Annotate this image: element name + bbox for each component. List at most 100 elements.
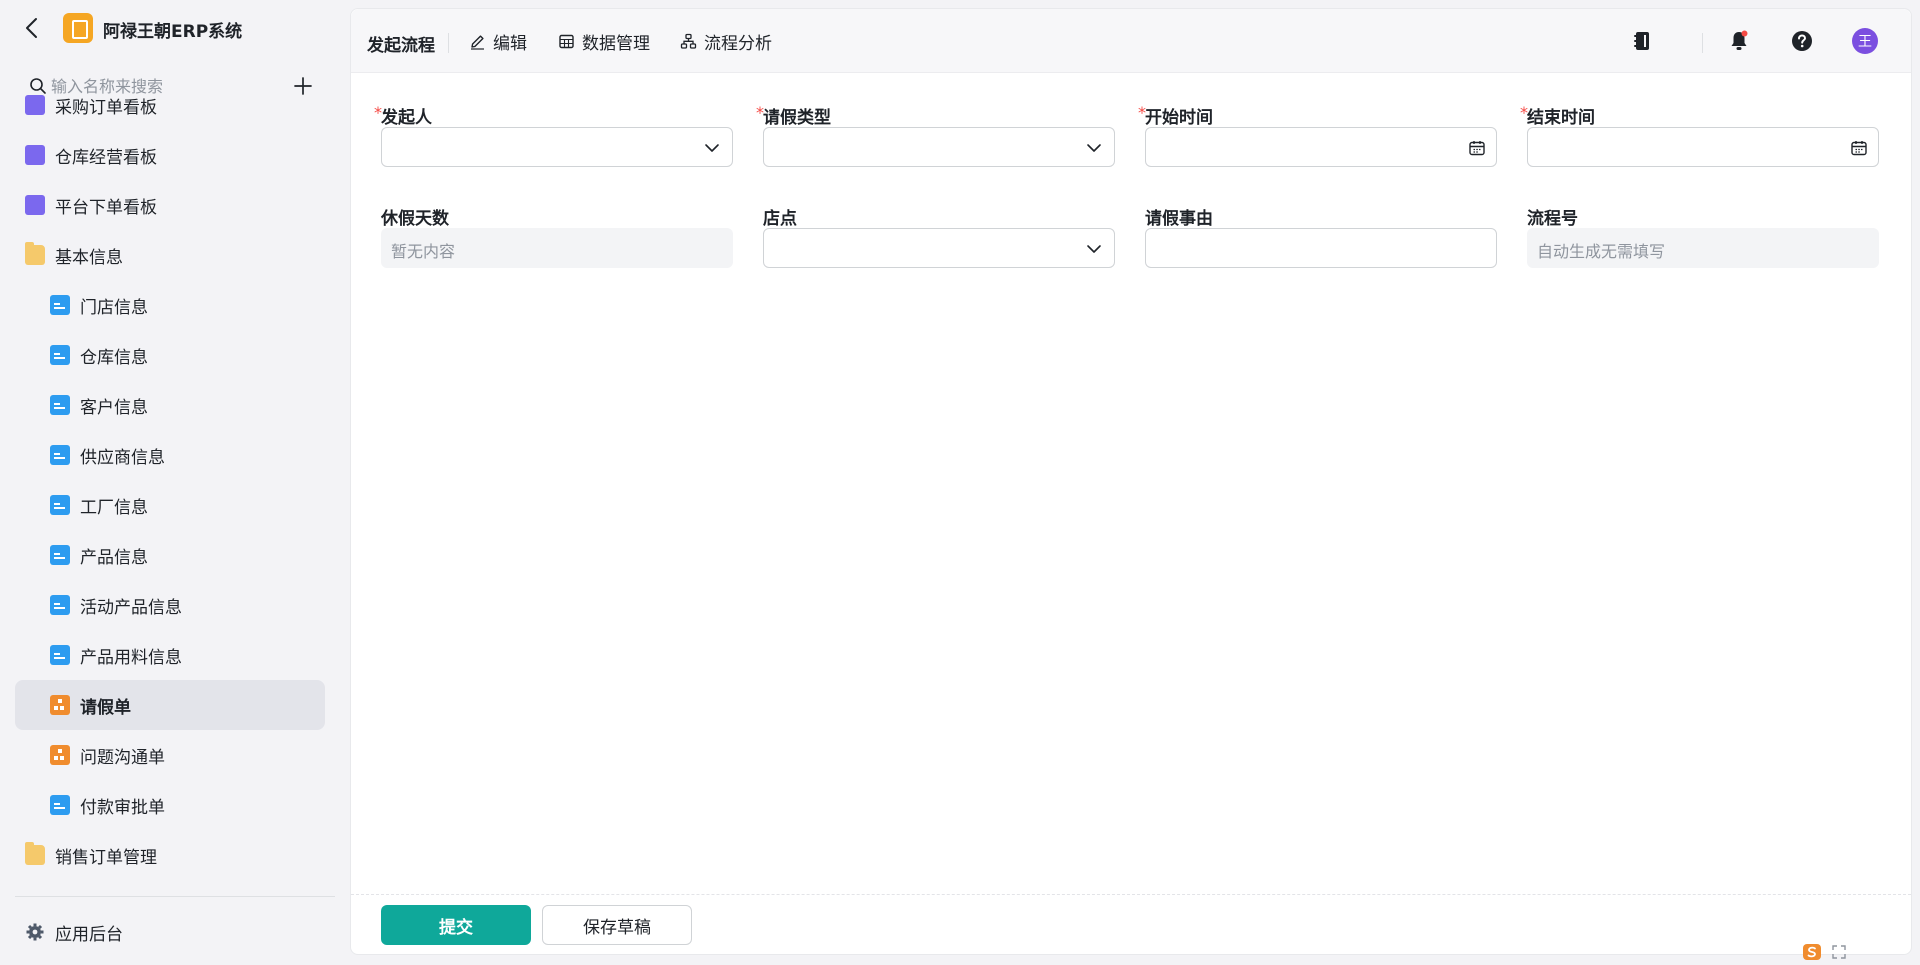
leave-reason-input[interactable]: [1145, 228, 1497, 268]
sidebar-item[interactable]: 问题沟通单: [15, 730, 325, 780]
form-icon: [50, 595, 70, 615]
chart-icon: [25, 195, 45, 215]
field-label: 发起人: [381, 108, 432, 128]
calendar-icon: [1851, 141, 1867, 156]
sidebar-item-label: 基本信息: [55, 247, 123, 268]
sidebar-item-label: 销售订单管理: [55, 847, 157, 868]
app-logo: [63, 13, 93, 43]
page-title: 发起流程: [367, 36, 435, 56]
required-mark: *: [1138, 103, 1146, 122]
form-icon: [50, 495, 70, 515]
fullscreen-icon[interactable]: [1831, 944, 1847, 960]
chart-icon: [25, 145, 45, 165]
field-label: 结束时间: [1527, 108, 1595, 128]
folder-open-icon: [25, 242, 45, 265]
app-admin-link[interactable]: 应用后台: [15, 907, 325, 957]
sidebar-item[interactable]: 产品用料信息: [15, 630, 325, 680]
required-mark: *: [1520, 103, 1528, 122]
user-avatar[interactable]: 王: [1852, 28, 1878, 54]
leave-type-select[interactable]: [763, 127, 1115, 167]
pencil-icon: [471, 34, 484, 50]
gear-icon: [26, 923, 44, 941]
leave-reason-text-input[interactable]: [1146, 229, 1496, 267]
footer-divider: [351, 894, 1911, 895]
chevron-down-icon: [1087, 144, 1101, 152]
form-icon: [50, 295, 70, 315]
sidebar-header: 阿禄王朝ERP系统: [0, 0, 350, 58]
sidebar-item[interactable]: 工厂信息: [15, 480, 325, 530]
field-label: 休假天数: [381, 209, 449, 229]
field-label: 开始时间: [1145, 108, 1213, 128]
calendar-icon: [1469, 141, 1485, 156]
data-manage-button[interactable]: 数据管理: [558, 29, 650, 54]
chevron-down-icon: [1087, 245, 1101, 253]
submit-button[interactable]: 提交: [381, 905, 531, 945]
sidebar-item-label: 活动产品信息: [80, 597, 182, 618]
chevron-down-icon: [705, 144, 719, 152]
help-button[interactable]: [1788, 27, 1816, 55]
app-admin-label: 应用后台: [55, 924, 123, 945]
sidebar-item-label: 仓库经营看板: [55, 147, 157, 168]
field-label: 流程号: [1527, 209, 1578, 229]
sidebar-item[interactable]: 采购订单看板: [15, 80, 325, 130]
sidebar-item[interactable]: 平台下单看板: [15, 180, 325, 230]
edit-button[interactable]: 编辑: [469, 29, 527, 54]
flow-analysis-button[interactable]: 流程分析: [680, 29, 772, 54]
sidebar-item-label: 付款审批单: [80, 797, 165, 818]
sidebar-item[interactable]: 销售订单管理: [15, 830, 325, 880]
field-leave-reason: 请假事由: [1145, 204, 1497, 268]
form-icon: [50, 645, 70, 665]
sidebar-item-label: 门店信息: [80, 297, 148, 318]
flow-analysis-label: 流程分析: [704, 33, 772, 54]
data-manage-label: 数据管理: [582, 33, 650, 54]
corner-tools: [1801, 941, 1871, 963]
store-select[interactable]: [763, 228, 1115, 268]
field-leave-type: * 请假类型: [756, 103, 1115, 167]
field-leave-days: 休假天数 暂无内容: [381, 204, 733, 268]
input-method-icon[interactable]: [1801, 941, 1823, 963]
back-button[interactable]: [20, 14, 44, 42]
main-panel: 发起流程 编辑 数据管理 流程分析 王 * 发起人 * 请假类型 * 开始时间 …: [350, 8, 1912, 960]
sidebar-item-label: 产品用料信息: [80, 647, 182, 668]
notebook-icon: [1634, 32, 1649, 50]
sidebar-item[interactable]: 门店信息: [15, 280, 325, 330]
sidebar-item-label: 请假单: [80, 697, 131, 718]
sidebar-item-label: 工厂信息: [80, 497, 148, 518]
leave-days-value: 暂无内容: [381, 228, 733, 268]
bell-icon: [1731, 30, 1748, 50]
sidebar-item-label: 客户信息: [80, 397, 148, 418]
start-time-picker[interactable]: [1145, 127, 1497, 167]
field-initiator: * 发起人: [374, 103, 733, 167]
end-time-picker[interactable]: [1527, 127, 1879, 167]
sidebar-item[interactable]: 仓库经营看板: [15, 130, 325, 180]
sidebar-item[interactable]: 供应商信息: [15, 430, 325, 480]
field-store: 店点: [763, 204, 1115, 268]
readonly-text: 自动生成无需填写: [1537, 242, 1666, 261]
sidebar-divider: [15, 896, 335, 897]
toolbar-divider-right: [1702, 33, 1703, 53]
sidebar-item-label: 仓库信息: [80, 347, 148, 368]
table-icon: [559, 34, 574, 48]
notifications-button[interactable]: [1725, 27, 1753, 55]
sidebar-item-label: 供应商信息: [80, 447, 165, 468]
form-icon: [50, 445, 70, 465]
form-icon: [50, 545, 70, 565]
form-icon: [50, 395, 70, 415]
save-draft-button[interactable]: 保存草稿: [542, 905, 692, 945]
sidebar-item[interactable]: 基本信息: [15, 230, 325, 280]
sidebar-item[interactable]: 客户信息: [15, 380, 325, 430]
required-mark: *: [374, 103, 382, 122]
sidebar-item[interactable]: 活动产品信息: [15, 580, 325, 630]
sidebar: 阿禄王朝ERP系统 采购订单看板仓库经营看板平台下单看板基本信息门店信息仓库信息…: [0, 0, 350, 965]
chevron-left-icon: [26, 18, 37, 38]
notebook-button[interactable]: [1628, 27, 1656, 55]
sidebar-item[interactable]: 付款审批单: [15, 780, 325, 830]
org-chart-icon: [680, 33, 697, 49]
sidebar-item[interactable]: 产品信息: [15, 530, 325, 580]
sidebar-item[interactable]: 仓库信息: [15, 330, 325, 380]
form-icon: [50, 345, 70, 365]
sidebar-item[interactable]: 请假单: [15, 680, 325, 730]
initiator-select[interactable]: [381, 127, 733, 167]
field-start-time: * 开始时间: [1138, 103, 1497, 167]
top-toolbar: 发起流程 编辑 数据管理 流程分析 王: [351, 9, 1911, 73]
